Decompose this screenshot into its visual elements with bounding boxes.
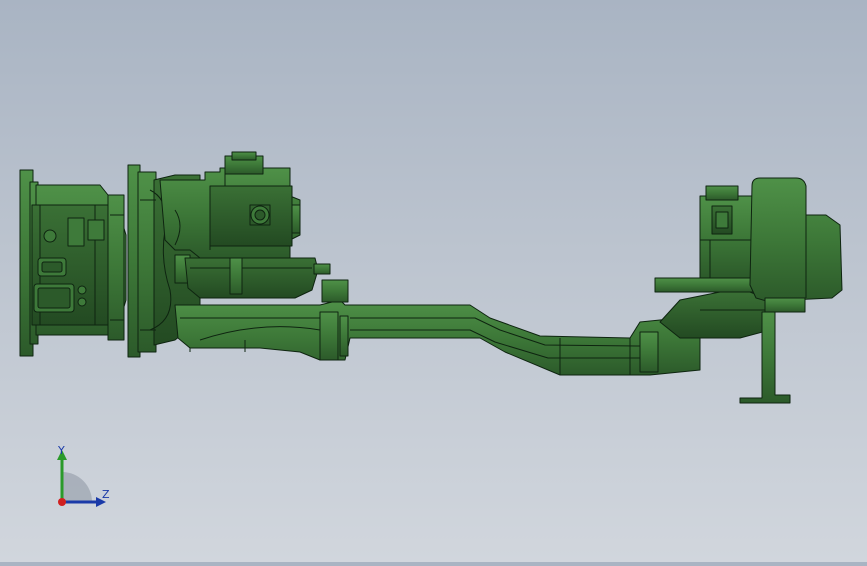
triad-plane-shading <box>62 472 92 502</box>
cad-viewport[interactable]: Y Z <box>0 0 867 562</box>
triad-origin <box>58 498 66 506</box>
robot-arm-model[interactable] <box>0 0 867 562</box>
coordinate-triad: Y Z <box>57 444 110 507</box>
z-axis-label: Z <box>102 488 110 501</box>
wrist-housing <box>739 177 843 404</box>
y-axis-label: Y <box>57 444 65 457</box>
shoulder-turntable <box>184 257 331 299</box>
base-flange <box>19 169 127 357</box>
upper-arm-column <box>699 185 753 279</box>
